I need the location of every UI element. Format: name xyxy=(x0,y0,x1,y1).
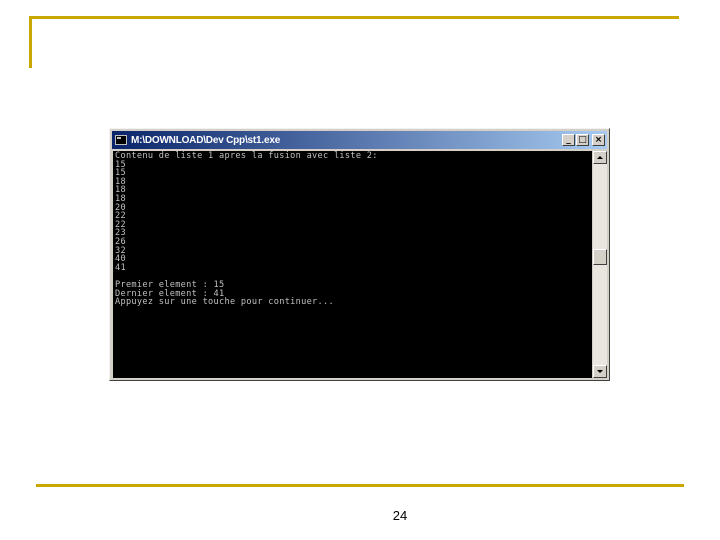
console-line: Contenu de liste 1 apres la fusion avec … xyxy=(115,151,378,161)
console-output-text: Contenu de liste 1 apres la fusion avec … xyxy=(113,151,592,308)
console-window[interactable]: M:\DOWNLOAD\Dev Cpp\st1.exe _ □ × Conten… xyxy=(109,128,610,381)
window-title: M:\DOWNLOAD\Dev Cpp\st1.exe xyxy=(131,134,281,146)
window-titlebar[interactable]: M:\DOWNLOAD\Dev Cpp\st1.exe _ □ × xyxy=(112,131,607,149)
scroll-down-arrow-icon[interactable] xyxy=(593,365,607,378)
console-line: 41 xyxy=(115,262,126,273)
maximize-button[interactable]: □ xyxy=(576,134,589,146)
vertical-scrollbar[interactable] xyxy=(593,151,607,378)
page-number: 24 xyxy=(392,508,408,523)
close-button[interactable]: × xyxy=(592,134,605,146)
minimize-button[interactable]: _ xyxy=(562,134,575,146)
console-line: Appuyez sur une touche pour continuer... xyxy=(115,297,334,308)
window-controls: _ □ × xyxy=(562,134,605,146)
slide-top-rule xyxy=(29,16,679,19)
scroll-up-arrow-icon[interactable] xyxy=(593,151,607,164)
slide-left-rule xyxy=(29,16,32,68)
scrollbar-thumb[interactable] xyxy=(593,249,607,265)
slide-bottom-rule xyxy=(36,484,684,487)
console-app-icon[interactable] xyxy=(115,135,127,145)
console-output-area[interactable]: Contenu de liste 1 apres la fusion avec … xyxy=(113,151,592,378)
